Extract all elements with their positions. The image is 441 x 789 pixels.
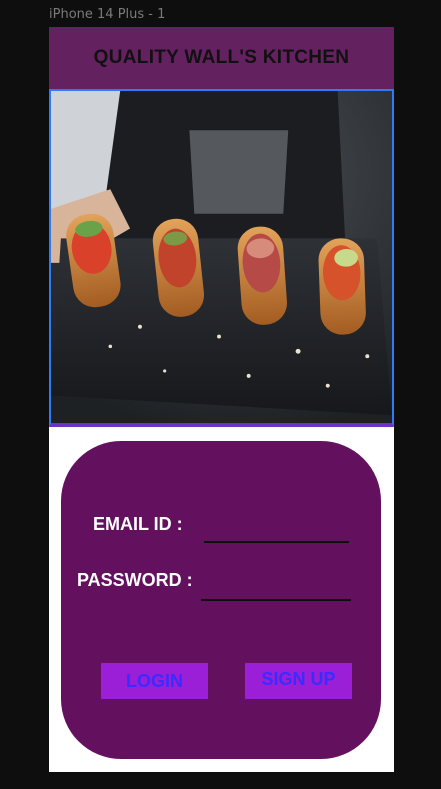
frame-label: iPhone 14 Plus - 1 (49, 7, 166, 22)
food-platter-photo (51, 91, 392, 423)
hero-image[interactable] (49, 89, 394, 427)
phone-frame: QUALITY WALL'S KITCHEN EMAIL ID: PASSWO… (49, 27, 394, 772)
email-field[interactable] (204, 517, 349, 543)
email-label: EMAIL ID : (93, 514, 183, 534)
app-header: QUALITY WALL'S KITCHEN (49, 27, 394, 89)
password-field[interactable] (201, 575, 351, 601)
password-label: PASSWORD : (77, 570, 193, 590)
login-button[interactable]: LOGIN (101, 663, 208, 699)
login-card: EMAIL ID : PASSWORD : LOGIN SIGN UP (61, 441, 381, 759)
app-title: QUALITY WALL'S KITCHEN (93, 47, 350, 68)
signup-button[interactable]: SIGN UP (245, 663, 352, 699)
